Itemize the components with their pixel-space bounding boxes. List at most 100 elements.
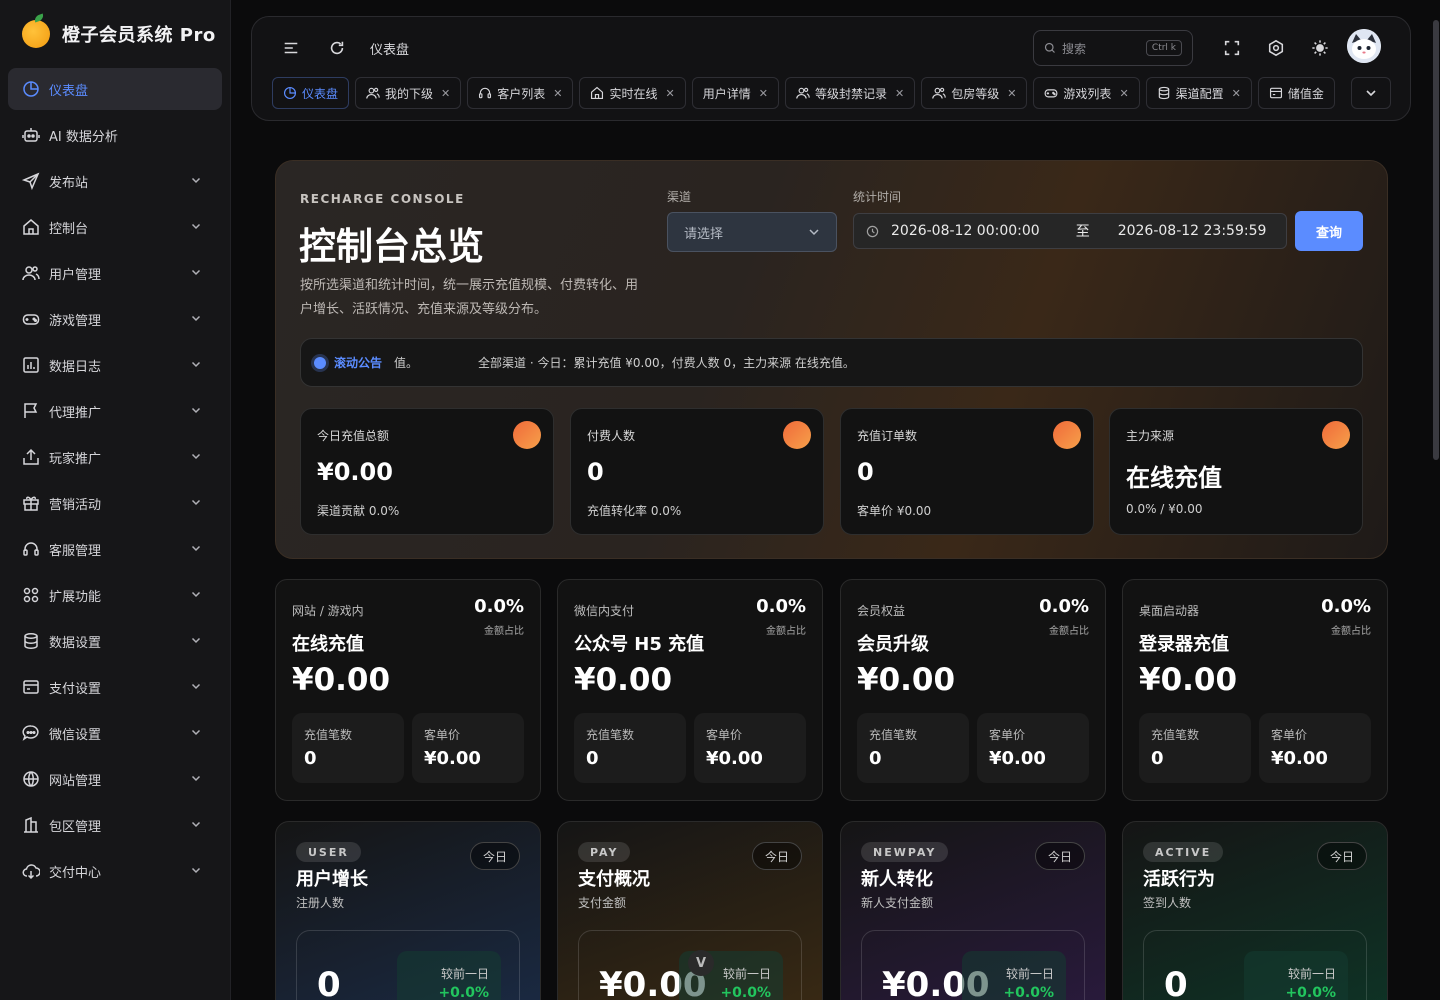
stat-card: 付费人数 0 充值转化率 0.0% bbox=[570, 408, 824, 535]
tab-label: 储值金 bbox=[1287, 86, 1324, 101]
close-icon[interactable]: ✕ bbox=[441, 87, 450, 100]
sidebar-item-11[interactable]: 扩展功能 bbox=[8, 574, 222, 616]
query-button[interactable]: 查询 bbox=[1295, 211, 1363, 251]
source-count-label: 充值笔数 bbox=[869, 728, 918, 742]
menu-toggle-icon[interactable] bbox=[280, 37, 302, 59]
theme-sun-icon[interactable] bbox=[1309, 37, 1331, 59]
close-icon[interactable]: ✕ bbox=[553, 87, 562, 100]
metric-period-button[interactable]: 今日 bbox=[470, 842, 520, 870]
source-avg-label: 客单价 bbox=[706, 728, 743, 742]
user-avatar[interactable] bbox=[1347, 29, 1381, 63]
source-percent-label: 金额占比 bbox=[1049, 626, 1089, 637]
close-icon[interactable]: ✕ bbox=[666, 87, 675, 100]
source-kicker: 桌面启动器 bbox=[1139, 604, 1200, 618]
stat-sub: 充值转化率 0.0% bbox=[587, 504, 682, 518]
flag-icon bbox=[22, 402, 40, 420]
sidebar-item-17[interactable]: 交付中心 bbox=[8, 850, 222, 892]
source-kicker: 网站 / 游戏内 bbox=[292, 604, 364, 618]
metric-title: 用户增长 bbox=[296, 869, 368, 890]
source-percent-label: 金额占比 bbox=[1331, 626, 1371, 637]
stat-value: ¥0.00 bbox=[317, 458, 393, 486]
metric-period-button[interactable]: 今日 bbox=[1035, 842, 1085, 870]
tab-6[interactable]: 包房等级 ✕ bbox=[921, 77, 1028, 109]
home-icon bbox=[22, 218, 40, 236]
stat-dot-icon bbox=[783, 421, 811, 449]
source-count-value: 0 bbox=[586, 748, 599, 769]
metric-period-button[interactable]: 今日 bbox=[1317, 842, 1367, 870]
tab-label: 仪表盘 bbox=[302, 86, 339, 101]
scrollbar-thumb[interactable] bbox=[1433, 20, 1439, 460]
top-header: 仪表盘 搜索 Ctrl k 仪表盘 我的下级 ✕ 客户列表 ✕ 实时在线 ✕ 用户详情 ✕ 等级封… bbox=[251, 16, 1411, 121]
refresh-icon[interactable] bbox=[326, 37, 348, 59]
source-amount: ¥0.00 bbox=[292, 662, 391, 698]
sidebar-item-label: 用户管理 bbox=[49, 267, 102, 283]
sidebar-item-5[interactable]: 游戏管理 bbox=[8, 298, 222, 340]
close-icon[interactable]: ✕ bbox=[1007, 87, 1016, 100]
chevron-down-icon bbox=[190, 588, 202, 600]
source-count-value: 0 bbox=[869, 748, 882, 769]
sidebar-item-2[interactable]: 发布站 bbox=[8, 160, 222, 202]
tab-1[interactable]: 我的下级 ✕ bbox=[355, 77, 462, 109]
search-input[interactable]: 搜索 Ctrl k bbox=[1033, 30, 1193, 66]
close-icon[interactable]: ✕ bbox=[1232, 87, 1241, 100]
tab-3[interactable]: 实时在线 ✕ bbox=[579, 77, 686, 109]
source-title: 登录器充值 bbox=[1139, 634, 1229, 655]
sidebar-item-10[interactable]: 客服管理 bbox=[8, 528, 222, 570]
metric-tag: PAY bbox=[578, 842, 631, 862]
source-amount: ¥0.00 bbox=[1139, 662, 1238, 698]
tab-2[interactable]: 客户列表 ✕ bbox=[467, 77, 574, 109]
source-percent-label: 金额占比 bbox=[766, 626, 806, 637]
close-icon[interactable]: ✕ bbox=[895, 87, 904, 100]
channel-select[interactable]: 请选择 bbox=[667, 212, 837, 252]
chevron-down-icon bbox=[190, 450, 202, 462]
chevron-down-icon bbox=[190, 404, 202, 416]
sidebar-item-14[interactable]: 微信设置 bbox=[8, 712, 222, 754]
sidebar-item-9[interactable]: 营销活动 bbox=[8, 482, 222, 524]
sidebar-item-6[interactable]: 数据日志 bbox=[8, 344, 222, 386]
source-count-box: 充值笔数 0 bbox=[857, 713, 969, 783]
stat-label: 充值订单数 bbox=[857, 429, 918, 443]
sidebar-item-4[interactable]: 用户管理 bbox=[8, 252, 222, 294]
sidebar-item-13[interactable]: 支付设置 bbox=[8, 666, 222, 708]
console-overview: RECHARGE CONSOLE 控制台总览 按所选渠道和统计时间，统一展示充值… bbox=[275, 160, 1388, 559]
sidebar-item-8[interactable]: 玩家推广 bbox=[8, 436, 222, 478]
metric-card: PAY 今日 支付概况 支付金额 ¥0.00 较前一日 +0.0% V bbox=[557, 821, 823, 1000]
metric-period-button[interactable]: 今日 bbox=[752, 842, 802, 870]
close-icon[interactable]: ✕ bbox=[759, 87, 768, 100]
source-title: 公众号 H5 充值 bbox=[574, 634, 705, 655]
sidebar-item-12[interactable]: 数据设置 bbox=[8, 620, 222, 662]
date-start-input[interactable]: 2026-08-12 00:00:00 bbox=[891, 223, 1040, 239]
metric-value: 0 bbox=[1164, 965, 1188, 1000]
sidebar-item-1[interactable]: AI 数据分析 bbox=[8, 114, 222, 156]
tab-7[interactable]: 游戏列表 ✕ bbox=[1033, 77, 1140, 109]
metric-compare-label: 较前一日 bbox=[722, 967, 771, 981]
metric-card: NEWPAY 今日 新人转化 新人支付金额 ¥0.00 较前一日 +0.0% bbox=[840, 821, 1106, 1000]
metric-panel: 0 较前一日 +0.0% bbox=[1143, 930, 1367, 1000]
tabs-more-button[interactable] bbox=[1351, 77, 1391, 109]
close-icon[interactable]: ✕ bbox=[1119, 87, 1128, 100]
brand[interactable]: 橙子会员系统 Pro bbox=[22, 20, 216, 48]
source-avg-value: ¥0.00 bbox=[1271, 748, 1328, 769]
tab-5[interactable]: 等级封禁记录 ✕ bbox=[784, 77, 916, 109]
tab-0[interactable]: 仪表盘 bbox=[272, 77, 350, 109]
sidebar-item-3[interactable]: 控制台 bbox=[8, 206, 222, 248]
tab-8[interactable]: 渠道配置 ✕ bbox=[1145, 77, 1252, 109]
sidebar-item-16[interactable]: 包区管理 bbox=[8, 804, 222, 846]
sidebar-item-label: 仪表盘 bbox=[49, 83, 89, 99]
send-icon bbox=[22, 172, 40, 190]
sidebar-item-7[interactable]: 代理推广 bbox=[8, 390, 222, 432]
settings-icon[interactable] bbox=[1265, 37, 1287, 59]
date-end-input[interactable]: 2026-08-12 23:59:59 bbox=[1118, 223, 1267, 239]
tab-4[interactable]: 用户详情 ✕ bbox=[691, 77, 779, 109]
tab-9[interactable]: 储值金 bbox=[1257, 77, 1335, 109]
chevron-down-icon bbox=[190, 634, 202, 646]
page-scrollbar[interactable] bbox=[1432, 0, 1440, 1000]
metric-subtitle: 支付金额 bbox=[578, 896, 627, 910]
sidebar-item-0[interactable]: 仪表盘 bbox=[8, 68, 222, 110]
source-avg-box: 客单价 ¥0.00 bbox=[977, 713, 1089, 783]
sidebar-item-15[interactable]: 网站管理 bbox=[8, 758, 222, 800]
search-placeholder: 搜索 bbox=[1062, 41, 1087, 56]
fullscreen-icon[interactable] bbox=[1221, 37, 1243, 59]
metric-badge[interactable]: V bbox=[688, 950, 714, 976]
date-range-picker[interactable]: 2026-08-12 00:00:00 至 2026-08-12 23:59:5… bbox=[853, 213, 1287, 249]
